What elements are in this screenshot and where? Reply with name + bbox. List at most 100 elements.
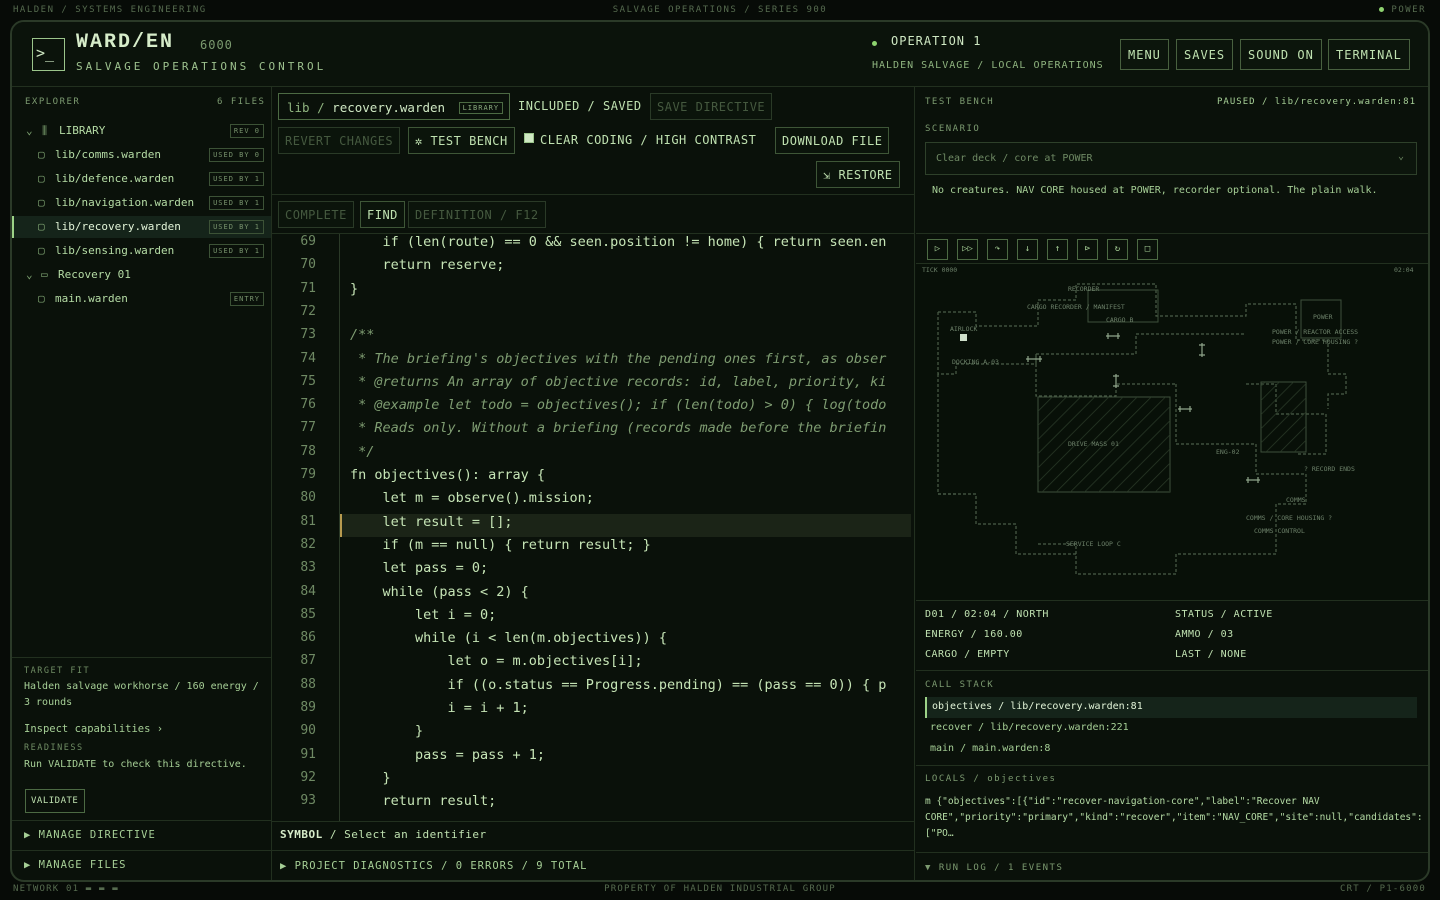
tree-label: lib/sensing.warden	[55, 244, 175, 257]
tree-library-folder[interactable]: ⌄ ⫼ LIBRARY REV 0	[12, 120, 271, 142]
used-by-badge: USED BY 1	[209, 244, 264, 258]
explorer-title: EXPLORER	[25, 97, 81, 107]
current-file-tab[interactable]: lib / recovery.warden LIBRARY	[278, 93, 511, 120]
svg-text:CARGO RECORDER / MANIFEST: CARGO RECORDER / MANIFEST	[1027, 303, 1125, 311]
code-line: i = i + 1;	[350, 700, 529, 716]
save-directive-button[interactable]: SAVE DIRECTIVE	[650, 93, 773, 120]
download-file-button[interactable]: DOWNLOAD FILE	[775, 127, 890, 154]
used-by-badge: USED BY 1	[209, 220, 264, 234]
svg-text:SERVICE LOOP C: SERVICE LOOP C	[1066, 540, 1121, 548]
call-stack-frame[interactable]: main / main.warden:8	[925, 739, 1417, 760]
step-out-icon[interactable]: ↑	[1047, 239, 1068, 260]
svg-text:CARGO B: CARGO B	[1106, 316, 1133, 324]
tree-label: Recovery 01	[58, 268, 131, 281]
manage-files-toggle[interactable]: ▶ MANAGE FILES	[12, 850, 271, 880]
scenario-select[interactable]: Clear deck / core at POWER ⌄	[925, 142, 1417, 175]
step-forward-icon[interactable]: ⊳	[1077, 239, 1098, 260]
menu-button[interactable]: MENU	[1120, 39, 1169, 70]
svg-text:POWER / REACTOR ACCESS: POWER / REACTOR ACCESS	[1272, 328, 1358, 336]
code-line: if (m == null) { return result; }	[350, 536, 651, 553]
explorer-file-count: 6 FILES	[217, 97, 266, 107]
play-icon[interactable]: ▷	[927, 239, 948, 260]
code-comment-line: * @returns An array of objective records…	[350, 373, 887, 390]
line-number: 76	[300, 397, 316, 413]
test-bench-button[interactable]: ✲ TEST BENCH	[408, 127, 515, 154]
step-into-icon[interactable]: ↓	[1017, 239, 1038, 260]
svg-text:RECORDER: RECORDER	[1068, 285, 1099, 293]
power-dot-icon	[1379, 7, 1385, 12]
line-number: 90	[300, 723, 316, 739]
crt-caption: CRT / P1-6000	[1339, 884, 1426, 894]
power-indicator: POWER	[1379, 5, 1426, 15]
scenario-description: No creatures. NAV CORE housed at POWER, …	[932, 185, 1378, 196]
code-comment-line: * @example let todo = objectives(); if (…	[350, 397, 887, 414]
svg-text:COMMS / CORE HOUSING ?: COMMS / CORE HOUSING ?	[1246, 514, 1332, 522]
line-number: 87	[300, 653, 316, 669]
tree-file-sensing[interactable]: ▢ lib/sensing.warden USED BY 1	[12, 240, 271, 262]
tree-file-navigation[interactable]: ▢ lib/navigation.warden USED BY 1	[12, 192, 271, 214]
chevron-down-icon: ⌄	[26, 268, 33, 281]
code-view[interactable]: 69 70 71 72 73 74 75 76 77 78 79 80 81 82 83 84 85 86 87 88…	[272, 234, 914, 821]
stat-energy: ENERGY / 160.00	[925, 629, 1023, 640]
validate-button[interactable]: VALIDATE	[25, 789, 85, 813]
symbol-bar: SYMBOL / Select an identifier	[272, 821, 914, 848]
test-bench-panel: TEST BENCH PAUSED / lib/recovery.warden:…	[916, 87, 1428, 880]
call-stack-frame[interactable]: recover / lib/recovery.warden:221	[925, 718, 1417, 739]
manage-directive-toggle[interactable]: ▶ MANAGE DIRECTIVE	[12, 820, 271, 850]
code-line: let result = [];	[350, 513, 513, 530]
definition-button[interactable]: DEFINITION / F12	[408, 201, 546, 228]
svg-text:DRIVE MASS 01: DRIVE MASS 01	[1068, 440, 1119, 448]
sound-toggle-button[interactable]: SOUND ON	[1240, 39, 1322, 70]
svg-text:DOCKING A-03: DOCKING A-03	[952, 358, 999, 366]
line-number: 75	[300, 373, 316, 389]
file-path-separator: /	[317, 100, 325, 115]
clear-coding-toggle[interactable]: CLEAR CODING / HIGH CONTRAST	[524, 133, 756, 147]
call-stack-frame[interactable]: objectives / lib/recovery.warden:81	[925, 697, 1417, 718]
used-by-badge: USED BY 0	[209, 148, 264, 162]
code-comment-line: */	[350, 443, 375, 460]
run-log-toggle[interactable]: ▼ RUN LOG / 1 EVENTS	[916, 852, 1428, 880]
terminal-button[interactable]: TERMINAL	[1328, 39, 1410, 70]
app-header: >_ WARD/EN 6000 SALVAGE OPERATIONS CONTR…	[12, 22, 1428, 87]
line-number: 73	[300, 327, 316, 343]
complete-button[interactable]: COMPLETE	[278, 201, 354, 228]
revert-changes-button[interactable]: REVERT CHANGES	[278, 127, 401, 154]
file-path-lib: lib	[287, 100, 310, 115]
crt-frame: >_ WARD/EN 6000 SALVAGE OPERATIONS CONTR…	[10, 20, 1430, 882]
readiness-title: READINESS	[24, 743, 84, 753]
code-line: while (pass < 2) {	[350, 583, 529, 600]
library-icon: ⫼	[42, 124, 48, 137]
project-diagnostics-toggle[interactable]: ▶ PROJECT DIAGNOSTICS / 0 ERRORS / 9 TOT…	[272, 850, 914, 880]
tree-file-comms[interactable]: ▢ lib/comms.warden USED BY 0	[12, 144, 271, 166]
svg-text:AIRLOCK: AIRLOCK	[950, 325, 977, 333]
find-button[interactable]: FIND	[360, 201, 405, 228]
tree-label: lib/comms.warden	[55, 148, 161, 161]
stop-icon[interactable]: □	[1137, 239, 1158, 260]
fast-forward-icon[interactable]: ▷▷	[957, 239, 978, 260]
tree-file-recovery[interactable]: ▢ lib/recovery.warden USED BY 1	[12, 216, 271, 238]
tree-label: lib/defence.warden	[55, 172, 175, 185]
restart-icon[interactable]: ↻	[1107, 239, 1128, 260]
tree-recovery-folder[interactable]: ⌄ ▭ Recovery 01	[12, 264, 271, 286]
inspect-capabilities-link[interactable]: Inspect capabilities ›	[24, 723, 163, 735]
tree-file-defence[interactable]: ▢ lib/defence.warden USED BY 1	[12, 168, 271, 190]
code-line: }	[350, 769, 391, 786]
line-number: 89	[300, 700, 316, 715]
unit-stats: D01 / 02:04 / NORTH STATUS / ACTIVE ENER…	[916, 601, 1428, 669]
locals-value[interactable]: m {"objectives":[{"id":"recover-navigati…	[925, 794, 1423, 842]
top-center-caption: SALVAGE OPERATIONS / SERIES 900	[612, 5, 828, 15]
used-by-badge: USED BY 1	[209, 196, 264, 210]
tree-file-main[interactable]: ▢ main.warden ENTRY	[12, 288, 271, 310]
ship-map[interactable]: TICK 0000 02:04 RECORDER CARGO RECORDER …	[916, 263, 1428, 601]
saves-button[interactable]: SAVES	[1176, 39, 1234, 70]
code-line: fn objectives(): array {	[350, 467, 546, 483]
code-line: return result;	[350, 793, 497, 810]
bottom-strip: NETWORK 01 ▬ ▬ ▬ PROPERTY OF HALDEN INDU…	[0, 882, 1440, 900]
step-over-icon[interactable]: ↷	[987, 239, 1008, 260]
file-icon: ▢	[38, 172, 45, 185]
symbol-label: SYMBOL	[280, 828, 323, 841]
operation-status-dot-icon	[872, 41, 877, 46]
restore-button[interactable]: ⇲ RESTORE	[816, 161, 900, 188]
tree-label: main.warden	[55, 292, 128, 305]
line-number: 81	[300, 513, 316, 529]
